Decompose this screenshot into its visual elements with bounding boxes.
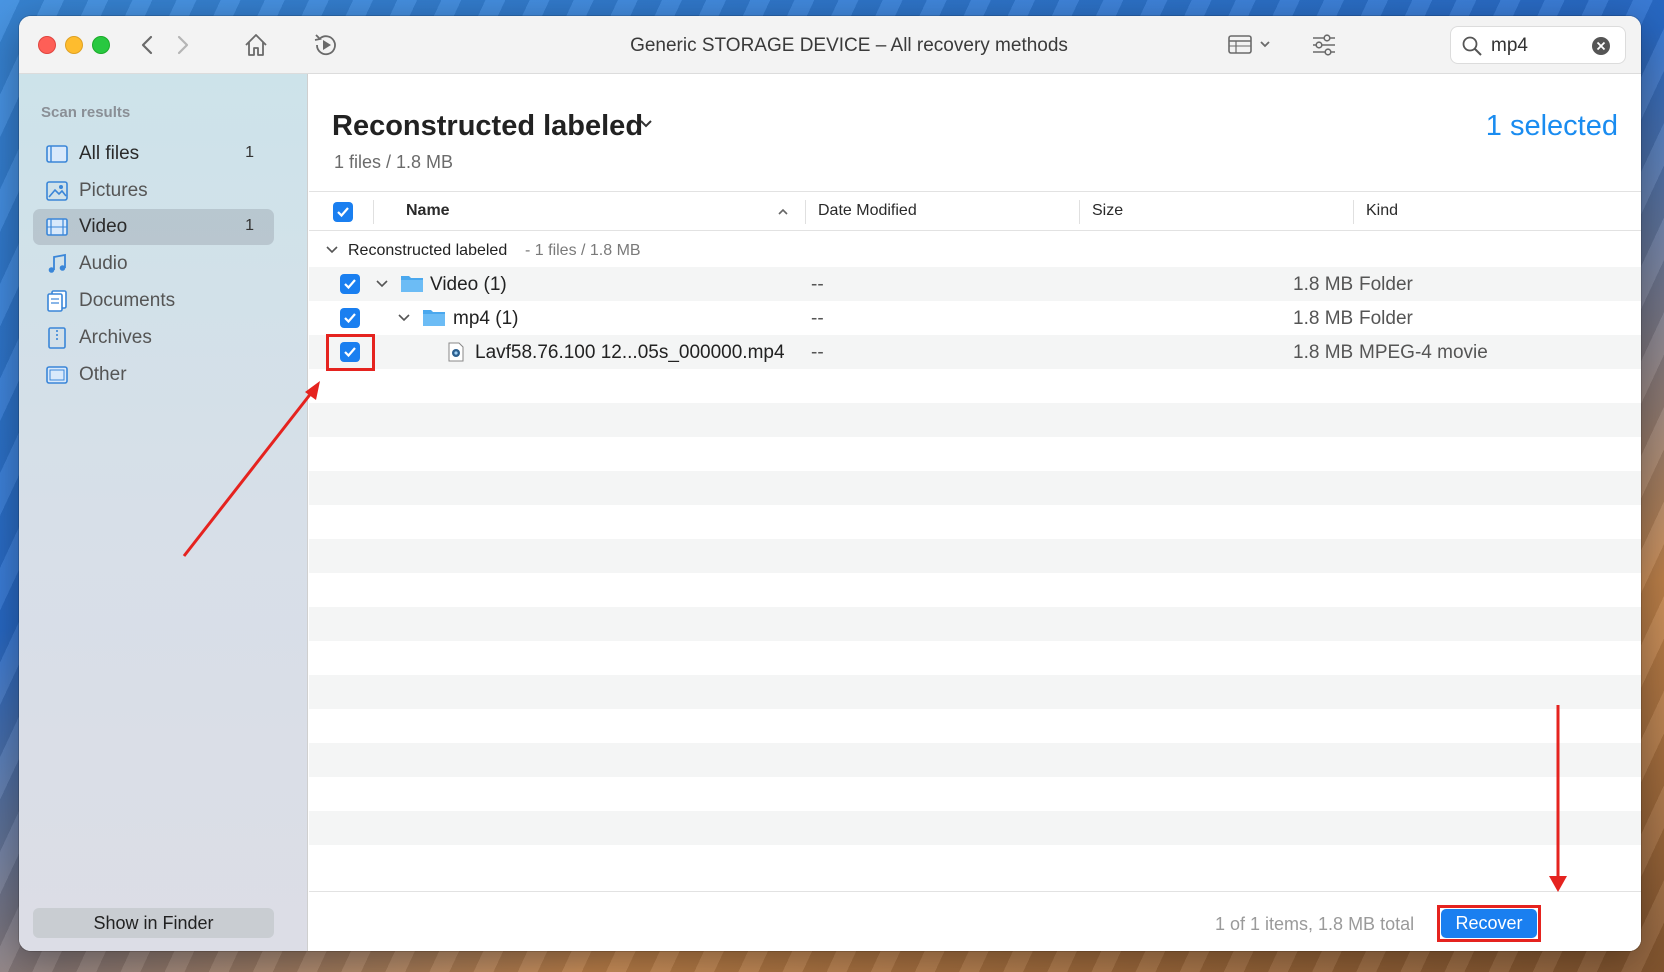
sidebar: Scan results All files 1 Pictures Video … [19,74,308,951]
sidebar-item-label: Documents [79,290,176,311]
row-date: -- [811,342,824,363]
row-date: -- [811,274,824,295]
zoom-window-button[interactable] [92,36,110,54]
archives-icon [48,327,66,349]
clear-search-icon[interactable] [1591,36,1611,56]
all-files-icon [46,145,68,163]
page-subtitle: 1 files / 1.8 MB [334,152,454,172]
search-input[interactable] [1491,34,1591,58]
column-name[interactable]: Name [406,202,450,220]
other-icon [46,366,68,384]
column-date-modified[interactable]: Date Modified [818,202,917,220]
column-separator [1353,200,1354,224]
row-checkbox[interactable] [340,274,360,294]
pictures-icon [46,181,68,201]
select-all-checkbox[interactable] [333,202,353,222]
show-in-finder-button[interactable]: Show in Finder [33,908,274,938]
row-checkbox[interactable] [340,308,360,328]
row-kind: Folder [1359,274,1413,295]
audio-icon [48,253,66,273]
chevron-down-icon[interactable] [397,313,411,323]
sidebar-item-label: Audio [79,253,128,274]
items-summary: 1 of 1 items, 1.8 MB total [1215,914,1415,934]
home-icon[interactable] [241,30,271,60]
sidebar-item-documents[interactable]: Documents [33,283,274,319]
selected-count: 1 selected [1485,110,1618,142]
sidebar-item-count: 1 [245,217,254,234]
row-kind: MPEG-4 movie [1359,342,1488,363]
row-kind: Folder [1359,308,1413,329]
row-size: 1.8 MB [1293,274,1354,295]
documents-icon [47,290,67,312]
scan-history-icon[interactable] [311,30,341,60]
sidebar-item-count: 1 [245,144,254,161]
close-window-button[interactable] [38,36,56,54]
annotation-highlight-box [326,334,375,371]
video-icon [46,218,68,236]
empty-row [309,811,1641,845]
row-size: 1.8 MB [1293,308,1354,329]
annotation-highlight-box [1437,905,1541,942]
sidebar-heading: Scan results [41,104,131,121]
sidebar-item-label: Video [79,216,128,237]
chevron-down-icon[interactable] [375,279,389,289]
chevron-down-icon[interactable] [639,119,653,129]
sidebar-item-label: Other [79,364,127,385]
column-kind[interactable]: Kind [1366,202,1398,220]
empty-row [309,471,1641,505]
folder-icon [401,276,423,292]
empty-row [309,743,1641,777]
sidebar-item-label: Pictures [79,180,148,201]
empty-row [309,675,1641,709]
sort-ascending-icon[interactable] [777,208,789,216]
column-header: Name Date Modified Size Kind [309,191,1641,231]
group-info: - 1 files / 1.8 MB [525,242,641,259]
back-icon[interactable] [132,30,162,60]
footer-bar: 1 of 1 items, 1.8 MB total Recover [309,891,1641,951]
view-mode-icon[interactable] [1226,30,1276,60]
main-pane: Reconstructed labeled 1 files / 1.8 MB 1… [309,74,1641,951]
row-size: 1.8 MB [1293,342,1354,363]
sidebar-item-pictures[interactable]: Pictures [33,173,274,209]
checkmark-icon [344,279,356,290]
sidebar-item-other[interactable]: Other [33,357,274,393]
chevron-down-icon[interactable] [325,245,339,255]
video-file-icon [448,342,464,362]
column-size[interactable]: Size [1092,202,1123,220]
sidebar-item-label: Archives [79,327,152,348]
sidebar-item-archives[interactable]: Archives [33,320,274,356]
sidebar-item-video[interactable]: Video 1 [33,209,274,245]
table-row[interactable]: Lavf58.76.100 12...05s_000000.mp4 -- 1.8… [309,335,1641,369]
table-row[interactable]: Video (1) -- 1.8 MB Folder [309,267,1641,301]
checkmark-icon [344,313,356,324]
search-field[interactable] [1450,26,1626,64]
group-name: Reconstructed labeled [348,242,508,259]
sidebar-item-label: All files [79,143,140,164]
app-window: Generic STORAGE DEVICE – All recovery me… [19,16,1641,951]
column-separator [373,200,374,224]
column-separator [805,200,806,224]
group-row[interactable]: Reconstructed labeled - 1 files / 1.8 MB [309,234,1641,268]
column-separator [1079,200,1080,224]
row-name: Lavf58.76.100 12...05s_000000.mp4 [475,342,785,363]
search-icon [1462,36,1482,56]
window-title: Generic STORAGE DEVICE – All recovery me… [630,35,1068,56]
titlebar: Generic STORAGE DEVICE – All recovery me… [19,16,1641,74]
sidebar-item-all-files[interactable]: All files 1 [33,136,274,172]
filter-settings-icon[interactable] [1309,30,1339,60]
sidebar-item-audio[interactable]: Audio [33,246,274,282]
minimize-window-button[interactable] [65,36,83,54]
empty-row [309,607,1641,641]
forward-icon[interactable] [168,30,198,60]
checkmark-icon [337,207,349,218]
folder-icon [423,310,445,326]
row-name: Video (1) [430,274,507,295]
empty-row [309,403,1641,437]
row-name: mp4 (1) [453,308,519,329]
empty-row [309,539,1641,573]
page-title[interactable]: Reconstructed labeled [332,110,643,143]
row-date: -- [811,308,824,329]
table-row[interactable]: mp4 (1) -- 1.8 MB Folder [309,301,1641,335]
